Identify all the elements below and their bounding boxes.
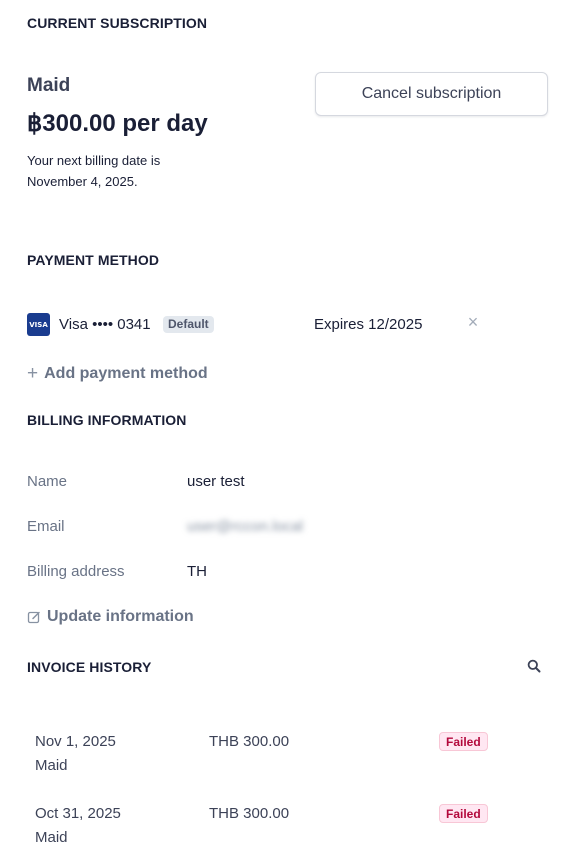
edit-icon — [27, 610, 41, 624]
next-billing-line-1: Your next billing date is — [27, 153, 161, 168]
name-value: user test — [187, 473, 245, 490]
card-expiry: Expires 12/2025 — [314, 316, 423, 333]
table-row[interactable]: Nov 1, 2025 Maid THB 300.00 Failed — [27, 724, 547, 784]
plan-price: ฿300.00 per day — [27, 110, 208, 137]
billing-address-label: Billing address — [27, 563, 125, 580]
update-information-button[interactable]: Update information — [27, 608, 194, 626]
update-information-label: Update information — [47, 608, 194, 625]
invoice-description: Maid — [35, 757, 68, 774]
cancel-subscription-button[interactable]: Cancel subscription — [315, 72, 548, 116]
table-row[interactable]: Oct 31, 2025 Maid THB 300.00 Failed — [27, 796, 547, 856]
plus-icon: + — [27, 363, 39, 384]
plan-name: Maid — [27, 75, 71, 96]
card-label: Visa •••• 0341 — [59, 316, 151, 333]
payment-method-title: PAYMENT METHOD — [27, 252, 160, 268]
email-label: Email — [27, 518, 65, 535]
status-badge: Failed — [439, 732, 488, 751]
visa-card-icon: VISA — [27, 313, 50, 336]
default-badge: Default — [163, 316, 214, 333]
billing-information-title: BILLING INFORMATION — [27, 412, 187, 428]
invoice-date: Oct 31, 2025 — [35, 805, 121, 822]
invoice-history-title: INVOICE HISTORY — [27, 659, 152, 675]
next-billing-line-2: November 4, 2025. — [27, 174, 138, 189]
add-payment-method-button[interactable]: + Add payment method — [27, 363, 208, 384]
name-label: Name — [27, 473, 68, 490]
invoice-amount: THB 300.00 — [209, 733, 290, 750]
invoice-date: Nov 1, 2025 — [35, 733, 116, 750]
add-payment-method-label: Add payment method — [44, 365, 208, 382]
invoice-amount: THB 300.00 — [209, 805, 290, 822]
email-value: user@rccon.local — [187, 518, 304, 535]
close-icon[interactable]: × — [465, 313, 481, 331]
status-badge: Failed — [439, 804, 488, 823]
search-icon[interactable] — [527, 659, 543, 675]
billing-address-value: TH — [187, 563, 207, 580]
current-subscription-title: CURRENT SUBSCRIPTION — [27, 15, 208, 31]
